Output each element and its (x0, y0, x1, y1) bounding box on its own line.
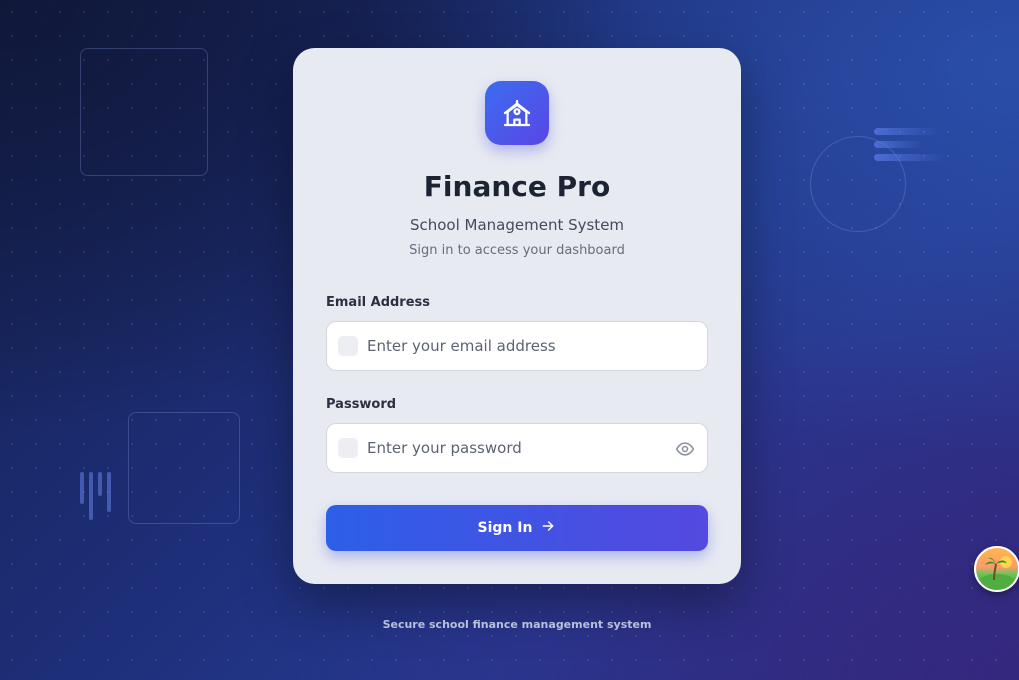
avatar[interactable] (974, 546, 1019, 592)
lock-icon (338, 438, 358, 458)
arrow-right-icon (540, 518, 556, 538)
email-label: Email Address (326, 295, 431, 310)
sign-in-label: Sign In (477, 520, 533, 536)
palm-tree-icon (979, 556, 1015, 590)
password-input[interactable] (367, 424, 667, 472)
decorative-square (128, 412, 240, 524)
decorative-bars (80, 472, 111, 520)
decorative-lines (874, 128, 944, 167)
password-label: Password (326, 397, 397, 412)
eye-icon[interactable] (675, 439, 695, 459)
app-title: Finance Pro (423, 170, 611, 203)
footer-text: Secure school finance management system (382, 618, 652, 631)
password-field-container[interactable] (326, 423, 708, 473)
email-field-container[interactable] (326, 321, 708, 371)
sign-in-tagline: Sign in to access your dashboard (409, 243, 625, 258)
mail-icon (338, 336, 358, 356)
sign-in-button[interactable]: Sign In (326, 505, 708, 551)
app-subtitle: School Management System (409, 216, 625, 234)
email-input[interactable] (367, 322, 667, 370)
school-icon (485, 81, 549, 145)
decorative-square (80, 48, 208, 176)
login-card: Finance Pro School Management System Sig… (293, 48, 741, 584)
